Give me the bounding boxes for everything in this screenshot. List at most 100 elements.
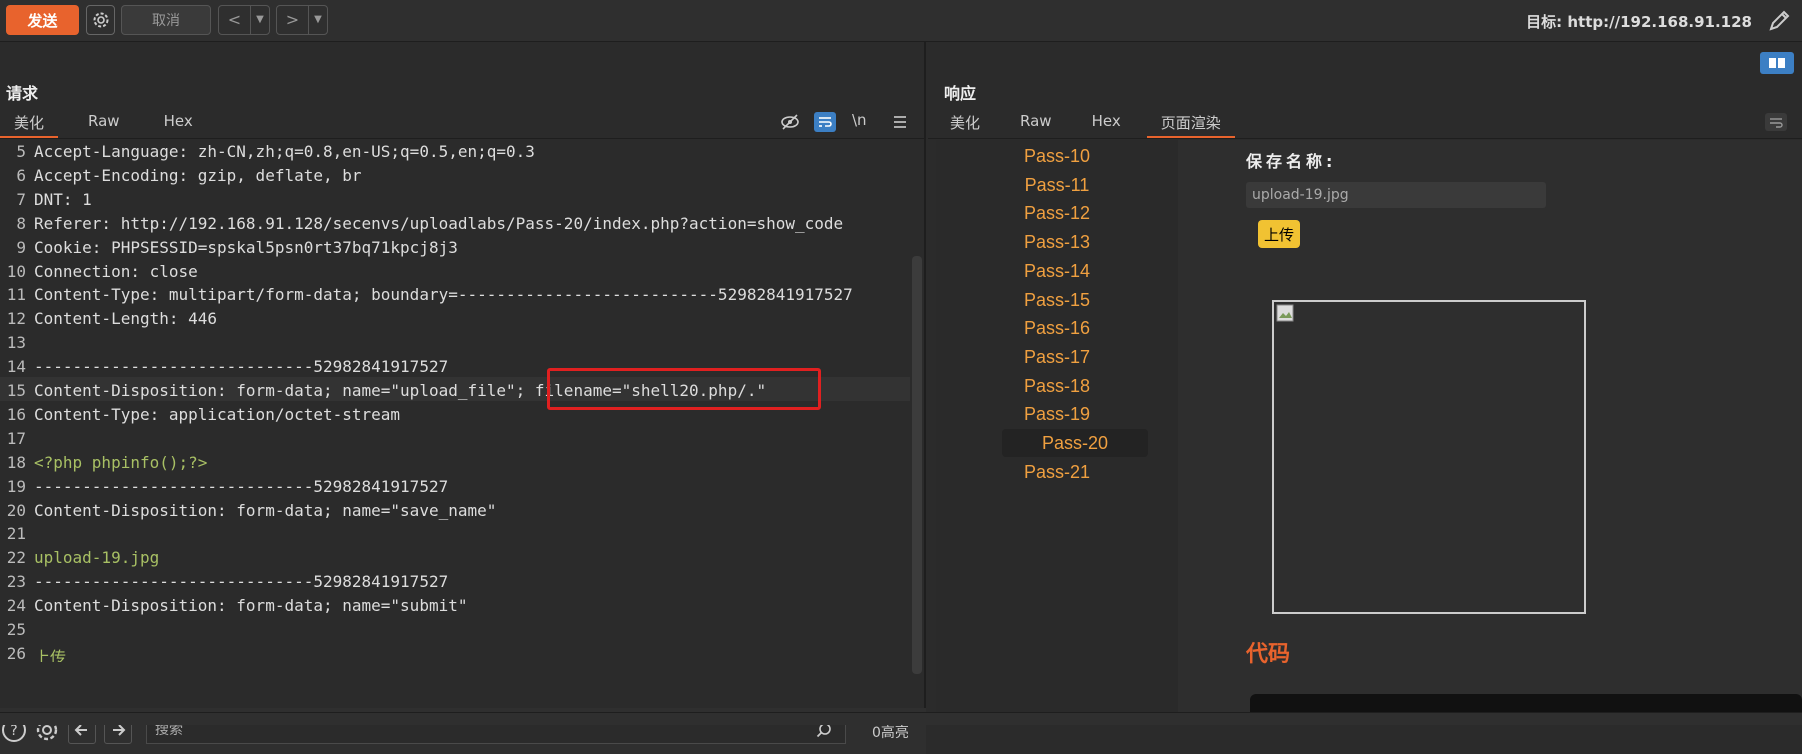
line-number: 15	[6, 381, 26, 400]
forward-button[interactable]: > ▼	[276, 5, 328, 35]
tab-raw[interactable]: Raw	[88, 110, 120, 136]
line-number: 11	[6, 285, 26, 305]
code-line: Referer: http://192.168.91.128/secenvs/u…	[34, 213, 844, 233]
forward-arrow-icon: >	[277, 6, 309, 34]
line-number: 14	[6, 357, 26, 377]
tab-hex[interactable]: Hex	[164, 110, 193, 136]
code-line: upload-19.jpg	[34, 548, 160, 568]
pass-link[interactable]: Pass-12	[936, 199, 1178, 227]
line-number: 10	[6, 261, 26, 281]
tab-pretty[interactable]: 美化	[950, 110, 980, 136]
wrap-button[interactable]	[814, 112, 836, 132]
broken-image-icon	[1276, 304, 1294, 322]
broken-image	[1272, 300, 1586, 614]
code-line: -----------------------------52982841917…	[34, 476, 449, 496]
divider	[928, 138, 1802, 139]
save-name-label: 保存名称:	[1246, 152, 1337, 171]
line-number: 5	[16, 142, 26, 161]
code-line: Accept-Encoding: gzip, deflate, br	[34, 165, 362, 185]
line-number: 12	[6, 309, 26, 329]
line-number: 9	[16, 237, 26, 257]
request-tabs: 美化 Raw Hex	[0, 110, 193, 139]
code-line: DNT: 1	[34, 189, 92, 209]
pass-link[interactable]: Pass-21	[936, 458, 1178, 486]
code-line: Content-Type: multipart/form-data; bound…	[34, 285, 853, 305]
line-number: 23	[6, 572, 26, 592]
tab-hex[interactable]: Hex	[1092, 110, 1121, 136]
request-editor[interactable]: 5 Accept-Language: zh-CN,zh;q=0.8,en-US;q…	[0, 140, 910, 662]
newline-toggle[interactable]: \n	[852, 111, 867, 129]
line-number: 24	[6, 596, 26, 616]
layout-toggle[interactable]	[1760, 52, 1794, 74]
line-number: 26	[6, 643, 26, 662]
line-number: 19	[6, 476, 26, 496]
code-line: Content-Length: 446	[34, 309, 218, 329]
line-number: 7	[16, 189, 26, 209]
send-button[interactable]: 发送	[6, 5, 79, 35]
highlight-count: 0高亮	[872, 725, 909, 741]
status-bar	[0, 712, 1802, 725]
pass-link[interactable]: Pass-19	[936, 400, 1178, 428]
back-arrow-icon: <	[219, 6, 251, 34]
code-heading: 代码	[1246, 642, 1291, 667]
code-line: -----------------------------52982841917…	[34, 357, 449, 377]
pass-link[interactable]: Pass-18	[936, 372, 1178, 400]
svg-text:?: ?	[10, 723, 17, 739]
line-number: 18	[6, 452, 26, 472]
line-number: 21	[6, 524, 26, 544]
menu-icon[interactable]	[892, 114, 908, 130]
line-number: 8	[16, 213, 26, 233]
line-number: 20	[6, 500, 26, 520]
hide-icon[interactable]	[780, 112, 800, 132]
settings-button[interactable]	[86, 5, 115, 35]
code-line: 上传	[34, 647, 67, 662]
render-sidebar: Pass-10 Pass-11 Pass-12 Pass-13 Pass-14 Pass-…	[936, 140, 1178, 712]
request-panel: 请求 美化 Raw Hex \n 5 Accept-Language: zh-CN…	[0, 42, 926, 754]
pass-link[interactable]: Pass-16	[936, 314, 1178, 342]
chevron-down-icon[interactable]: ▼	[251, 6, 269, 34]
response-panel: 响应 美化 Raw Hex 页面渲染 Pass-10 Pass-11 Pass-12…	[928, 42, 1802, 716]
code-line: Cookie: PHPSESSID=spskal5psn0rt37bq71kpc…	[34, 237, 458, 257]
main-toolbar: 发送 取消 < ▼ > ▼ 目标: http://192.168.91.128	[0, 0, 1802, 42]
pass-link[interactable]: Pass-15	[936, 286, 1178, 314]
pass-link[interactable]: Pass-20	[1002, 429, 1148, 457]
response-tabs: 美化 Raw Hex 页面渲染	[950, 110, 1235, 139]
line-number: 6	[16, 165, 26, 185]
chevron-down-icon[interactable]: ▼	[309, 6, 327, 34]
line-number: 22	[6, 548, 26, 568]
pass-link[interactable]: Pass-13	[936, 228, 1178, 256]
code-line: Content-Disposition: form-data; name="su…	[34, 596, 468, 616]
split-view-icon	[1769, 58, 1785, 68]
gear-icon	[93, 12, 108, 28]
code-line: Accept-Language: zh-CN,zh;q=0.8,en-US;q=…	[34, 142, 535, 161]
line-number: 13	[6, 333, 26, 353]
pencil-icon[interactable]	[1766, 8, 1792, 34]
pass-link[interactable]: Pass-17	[936, 343, 1178, 371]
pass-link[interactable]: Pass-10	[936, 142, 1178, 170]
target-label: 目标: http://192.168.91.128	[1526, 13, 1752, 31]
pass-link[interactable]: Pass-11	[936, 171, 1178, 199]
wrap-icon	[819, 117, 832, 127]
tab-render[interactable]: 页面渲染	[1146, 110, 1235, 139]
pass-link[interactable]: Pass-14	[936, 257, 1178, 285]
divider	[0, 138, 926, 139]
code-line: Content-Type: application/octet-stream	[34, 404, 401, 424]
line-number: 25	[6, 620, 26, 639]
response-title: 响应	[944, 84, 977, 103]
tab-raw[interactable]: Raw	[1020, 110, 1052, 136]
wrap-icon[interactable]	[1764, 112, 1788, 132]
back-button[interactable]: < ▼	[218, 5, 270, 35]
vertical-scrollbar[interactable]	[912, 256, 922, 674]
code-line: -----------------------------52982841917…	[34, 572, 449, 592]
tab-pretty[interactable]: 美化	[0, 110, 59, 139]
highlight-box	[547, 368, 821, 410]
save-name-input[interactable]: upload-19.jpg	[1246, 182, 1546, 208]
render-main: 保存名称: upload-19.jpg 上传 代码	[1178, 140, 1802, 716]
code-line: Content-Disposition: form-data; name="sa…	[34, 500, 497, 520]
request-title: 请求	[6, 84, 39, 103]
line-number: 16	[6, 404, 26, 424]
cancel-button[interactable]: 取消	[121, 5, 211, 35]
line-number: 17	[6, 428, 26, 448]
code-line: Connection: close	[34, 261, 198, 281]
upload-button[interactable]: 上传	[1258, 220, 1300, 248]
